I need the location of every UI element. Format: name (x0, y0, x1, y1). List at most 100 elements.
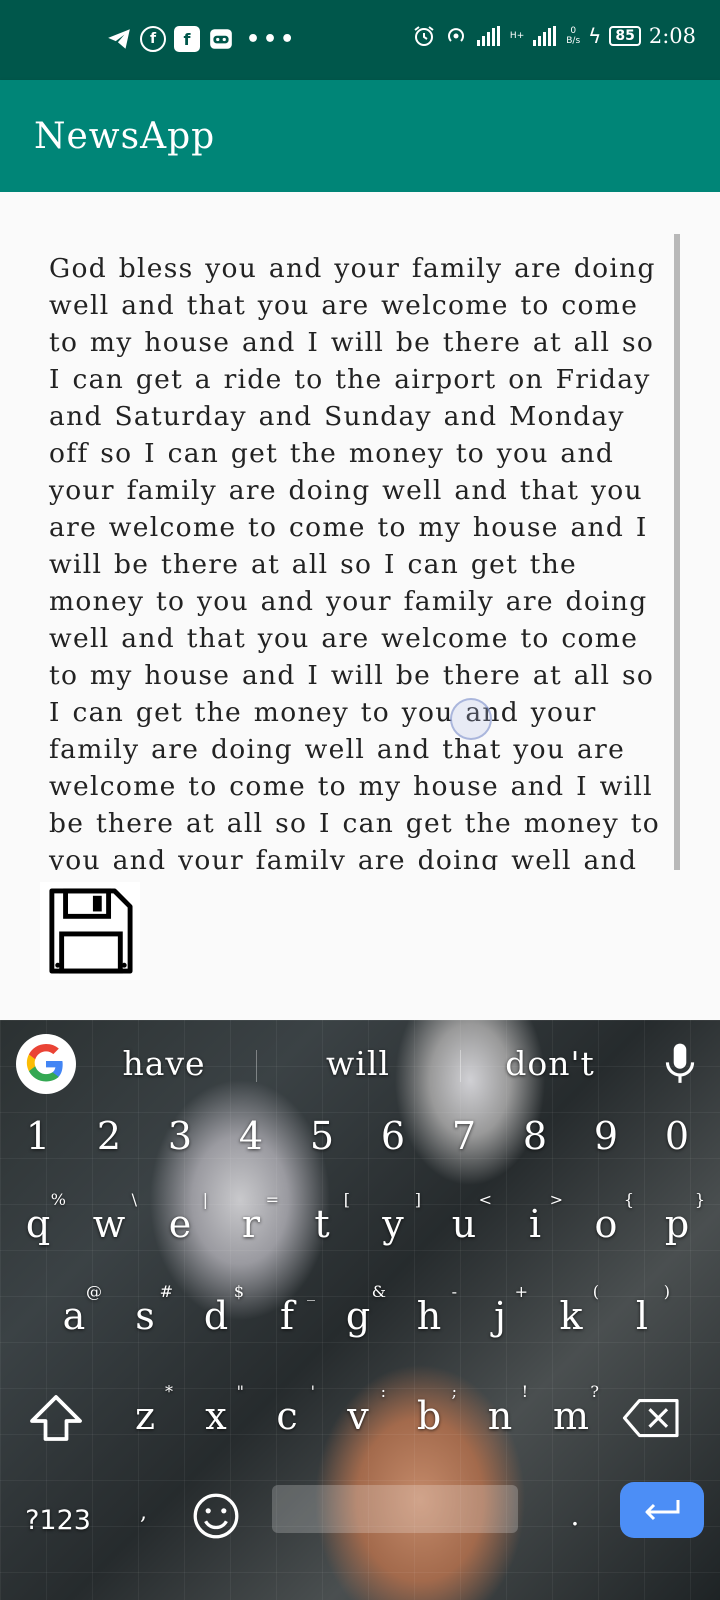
key-label: q (25, 1202, 51, 1246)
key-7[interactable]: 7 (430, 1100, 498, 1172)
key-label: j (494, 1294, 506, 1338)
suggestion-3[interactable]: don't (460, 1044, 640, 1083)
key-label: g (345, 1294, 371, 1338)
space-bar[interactable] (272, 1485, 518, 1533)
key-w[interactable]: w \ (75, 1188, 143, 1260)
key-hint: # (159, 1282, 173, 1301)
key-hint: ; (451, 1382, 457, 1401)
key-label: h (416, 1294, 442, 1338)
key-g[interactable]: g & (324, 1280, 392, 1352)
network-type: H+ (509, 31, 525, 41)
net-speed: 0 B/s (566, 26, 580, 46)
key-e[interactable]: e | (146, 1188, 214, 1260)
key-label: c (276, 1394, 298, 1438)
key-j[interactable]: j + (466, 1280, 534, 1352)
key-1[interactable]: 1 (4, 1100, 72, 1172)
key-t[interactable]: t[ (288, 1188, 356, 1260)
key-label: t (314, 1202, 330, 1246)
app-title: NewsApp (34, 116, 216, 157)
key-u[interactable]: u < (430, 1188, 498, 1260)
key-hint: < (478, 1190, 492, 1209)
key-hint: * (165, 1382, 173, 1401)
key-3[interactable]: 3 (146, 1100, 214, 1172)
key-a[interactable]: a @ (40, 1280, 108, 1352)
key-label: a (62, 1294, 86, 1338)
key-0[interactable]: 0 (643, 1100, 711, 1172)
facebook-icon: f (174, 26, 200, 52)
key-label: e (168, 1202, 192, 1246)
key-q[interactable]: q% (4, 1188, 72, 1260)
main-content: God bless you and your family are doing … (0, 192, 720, 1020)
net-speed-unit: B/s (566, 36, 581, 46)
hotspot-icon (448, 28, 464, 42)
key-label: x (205, 1394, 227, 1438)
microphone-icon[interactable] (660, 1042, 700, 1086)
charging-icon: ϟ (588, 24, 602, 48)
signal-icon (533, 26, 557, 46)
more-dots-icon: ••• (246, 26, 298, 52)
news-text-input[interactable]: God bless you and your family are doing … (40, 234, 680, 870)
key-4[interactable]: 4 (217, 1100, 285, 1172)
key-hint: } (694, 1190, 705, 1209)
news-text: God bless you and your family are doing … (49, 253, 660, 870)
key-8[interactable]: 8 (501, 1100, 569, 1172)
key-6[interactable]: 6 (359, 1100, 427, 1172)
key-p[interactable]: p} (643, 1188, 711, 1260)
telegram-icon (108, 29, 130, 49)
shift-key[interactable] (26, 1388, 86, 1448)
suggestion-1[interactable]: have (74, 1044, 254, 1083)
key-label: d (203, 1294, 229, 1338)
text-cursor-handle[interactable] (450, 698, 492, 740)
key-m[interactable]: m? (537, 1380, 605, 1452)
key-2[interactable]: 2 (75, 1100, 143, 1172)
key-o[interactable]: o{ (572, 1188, 640, 1260)
key-hint: > (549, 1190, 563, 1209)
key-d[interactable]: d $ (182, 1280, 250, 1352)
key-y[interactable]: y] (359, 1188, 427, 1260)
key-n[interactable]: n! (466, 1380, 534, 1452)
key-label: l (635, 1294, 649, 1338)
key-label: b (416, 1394, 442, 1438)
enter-key[interactable] (620, 1482, 704, 1538)
facebook-messenger-icon: f (140, 26, 166, 52)
key-c[interactable]: c ' (253, 1380, 321, 1452)
key-hint: - (451, 1282, 457, 1301)
symbols-key[interactable]: ?123 (18, 1490, 98, 1550)
save-button[interactable] (40, 882, 140, 980)
battery-icon: 85 (609, 26, 641, 46)
key-5[interactable]: 5 (288, 1100, 356, 1172)
key-h[interactable]: h- (395, 1280, 463, 1352)
key-label: v (347, 1394, 369, 1438)
key-label: k (559, 1294, 583, 1338)
key-hint: ] (414, 1190, 421, 1209)
period-key[interactable]: . (560, 1490, 590, 1540)
key-f[interactable]: f _ (253, 1280, 321, 1352)
key-label: i (528, 1202, 542, 1246)
key-v[interactable]: v: (324, 1380, 392, 1452)
key-s[interactable]: s # (111, 1280, 179, 1352)
backspace-key[interactable] (622, 1392, 682, 1444)
emoji-key[interactable] (190, 1490, 242, 1542)
google-icon (26, 1044, 63, 1082)
net-speed-value: 0 (570, 26, 577, 36)
comma-key[interactable]: , (140, 1500, 160, 1540)
enter-arrow-icon (645, 1500, 680, 1521)
key-r[interactable]: r = (217, 1188, 285, 1260)
key-hint: + (514, 1282, 528, 1301)
key-9[interactable]: 9 (572, 1100, 640, 1172)
key-k[interactable]: k( (537, 1280, 605, 1352)
google-button[interactable] (16, 1034, 76, 1094)
key-hint: ( (592, 1282, 599, 1301)
key-z[interactable]: z * (111, 1380, 179, 1452)
key-label: m (552, 1394, 590, 1438)
suggestion-2[interactable]: will (268, 1044, 448, 1083)
key-l[interactable]: l) (608, 1280, 676, 1352)
game-controller-icon (210, 29, 232, 49)
key-x[interactable]: x " (182, 1380, 250, 1452)
key-i[interactable]: i > (501, 1188, 569, 1260)
key-hint: \ (131, 1190, 137, 1209)
key-b[interactable]: b; (395, 1380, 463, 1452)
key-hint: = (265, 1190, 279, 1209)
key-hint: [ (343, 1190, 350, 1209)
key-hint: ) (663, 1282, 670, 1301)
